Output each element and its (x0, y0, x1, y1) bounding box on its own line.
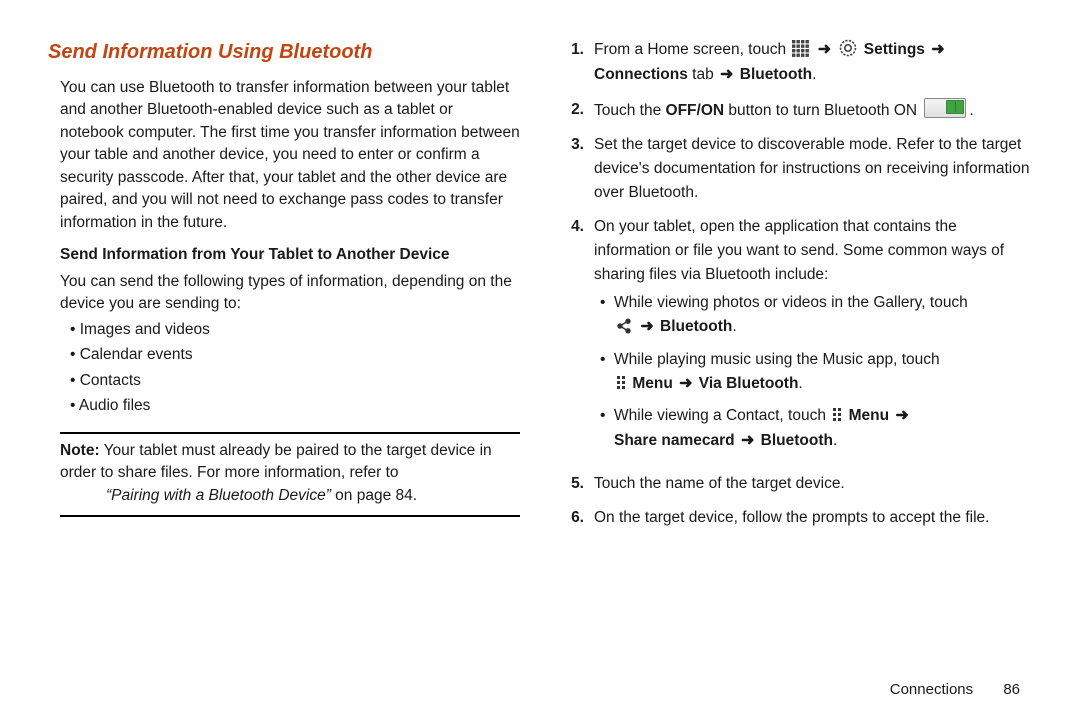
apps-grid-icon (792, 40, 809, 57)
text: On your tablet, open the application tha… (594, 218, 1004, 283)
menu-label: Menu (632, 375, 677, 392)
menu-dots-icon (832, 407, 842, 423)
step-text: On your tablet, open the application tha… (594, 215, 1032, 462)
step-4: 4. On your tablet, open the application … (560, 215, 1032, 462)
step-number: 4. (560, 215, 584, 462)
info-type-list: Images and videos Calendar events Contac… (70, 319, 520, 418)
arrow-icon: ➜ (816, 38, 833, 63)
share-namecard-label: Share namecard (614, 432, 739, 449)
step-text: On the target device, follow the prompts… (594, 506, 1032, 530)
arrow-icon: ➜ (677, 372, 694, 397)
step-number: 5. (560, 472, 584, 496)
manual-page: Send Information Using Bluetooth You can… (0, 0, 1080, 720)
text: button to turn Bluetooth ON (724, 102, 921, 119)
bluetooth-label: Bluetooth (735, 66, 812, 83)
text: tab (688, 66, 718, 83)
connections-label: Connections (594, 66, 688, 83)
text: Touch the (594, 102, 666, 119)
bluetooth-label: Bluetooth (656, 318, 733, 335)
list-item: Contacts (70, 370, 520, 392)
right-column: 1. From a Home screen, touch ➜ (560, 38, 1032, 540)
step-number: 6. (560, 506, 584, 530)
list-item: While playing music using the Music app,… (600, 348, 1032, 397)
arrow-icon: ➜ (638, 315, 655, 340)
step-list: 1. From a Home screen, touch ➜ (560, 38, 1032, 530)
off-on-label: OFF/ON (666, 102, 725, 119)
list-item: While viewing a Contact, touch Menu ➜ (600, 404, 1032, 454)
arrow-icon: ➜ (929, 38, 946, 63)
note-tail: on page 84. (331, 487, 417, 504)
list-item: Audio files (70, 395, 520, 417)
step-text: Set the target device to discoverable mo… (594, 133, 1032, 205)
note-label: Note: (60, 442, 100, 459)
step-3: 3. Set the target device to discoverable… (560, 133, 1032, 205)
cross-reference: “Pairing with a Bluetooth Device” (106, 487, 331, 504)
step-6: 6. On the target device, follow the prom… (560, 506, 1032, 530)
note-continuation: “Pairing with a Bluetooth Device” on pag… (106, 485, 520, 507)
send-intro: You can send the following types of info… (60, 271, 520, 316)
settings-gear-icon (839, 39, 857, 57)
text: While viewing photos or videos in the Ga… (614, 294, 968, 311)
arrow-icon: ➜ (718, 63, 735, 88)
bluetooth-label: Bluetooth (756, 432, 833, 449)
step-5: 5. Touch the name of the target device. (560, 472, 1032, 496)
arrow-icon: ➜ (893, 404, 910, 429)
two-column-layout: Send Information Using Bluetooth You can… (48, 38, 1032, 540)
step-text: From a Home screen, touch ➜ (594, 38, 1032, 88)
step-text: Touch the name of the target device. (594, 472, 1032, 496)
text: From a Home screen, touch (594, 41, 790, 58)
step-1: 1. From a Home screen, touch ➜ (560, 38, 1032, 88)
step-2: 2. Touch the OFF/ON button to turn Bluet… (560, 98, 1032, 123)
section-heading: Send Information Using Bluetooth (48, 38, 520, 67)
settings-label: Settings (864, 41, 929, 58)
via-bluetooth-label: Via Bluetooth (695, 375, 799, 392)
footer-section-name: Connections (890, 681, 973, 698)
note-callout: Note: Your tablet must already be paired… (60, 432, 520, 517)
intro-paragraph: You can use Bluetooth to transfer inform… (60, 77, 520, 234)
menu-dots-icon (616, 375, 626, 391)
step-text: Touch the OFF/ON button to turn Bluetoot… (594, 98, 1032, 123)
page-footer: Connections 86 (890, 681, 1020, 698)
menu-label: Menu (849, 407, 894, 424)
step-number: 3. (560, 133, 584, 205)
toggle-on-icon (924, 98, 966, 118)
arrow-icon: ➜ (739, 429, 756, 454)
share-icon (616, 318, 632, 334)
note-text: Your tablet must already be paired to th… (60, 442, 492, 481)
sub-heading: Send Information from Your Tablet to Ano… (60, 244, 520, 266)
list-item: Images and videos (70, 319, 520, 341)
left-column: Send Information Using Bluetooth You can… (48, 38, 520, 540)
step-number: 1. (560, 38, 584, 88)
footer-page-number: 86 (1003, 681, 1020, 698)
step-number: 2. (560, 98, 584, 123)
share-methods-list: While viewing photos or videos in the Ga… (600, 291, 1032, 454)
list-item: Calendar events (70, 344, 520, 366)
text: While viewing a Contact, touch (614, 407, 830, 424)
text: While playing music using the Music app,… (614, 351, 940, 368)
list-item: While viewing photos or videos in the Ga… (600, 291, 1032, 340)
